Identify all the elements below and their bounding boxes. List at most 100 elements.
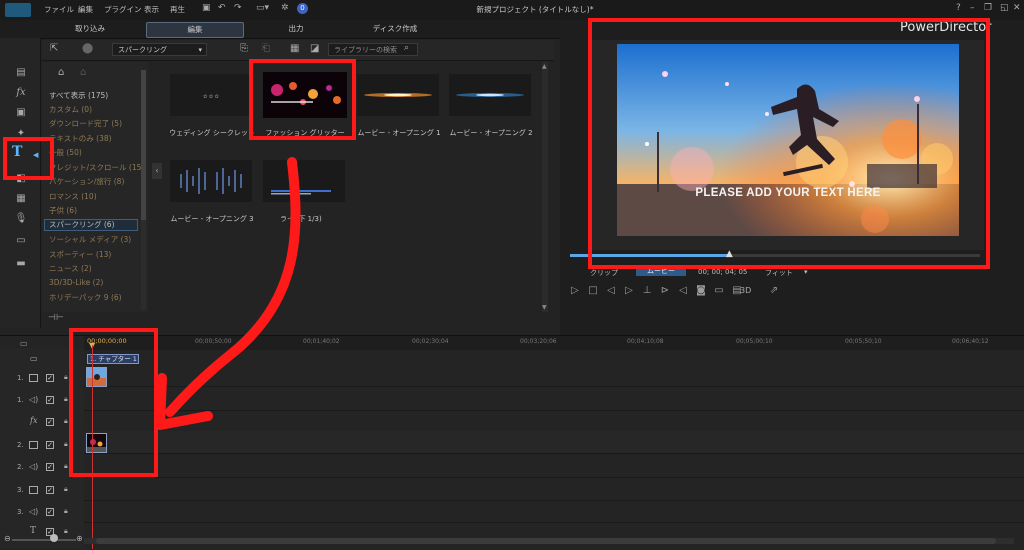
subtitle-room-icon[interactable]: ▬	[14, 258, 28, 270]
category-scrollbar-thumb[interactable]	[141, 70, 146, 220]
audio-mixing-room-icon[interactable]: ▦	[14, 193, 28, 205]
audio-track-icon: ◁)	[29, 507, 39, 516]
track-enable-checkbox[interactable]: ✓	[46, 396, 54, 404]
undock-preview-icon[interactable]: ⇗	[768, 285, 780, 297]
category-item[interactable]: 子供 (6)	[49, 205, 77, 216]
timeline-scroll-thumb[interactable]	[96, 538, 996, 544]
category-item[interactable]: ソーシャル メディア (3)	[49, 234, 131, 245]
expand-icon[interactable]: ◱	[1000, 3, 1009, 13]
redo-icon[interactable]: ↷	[234, 3, 242, 13]
fit-dropdown[interactable]: フィット	[765, 268, 793, 278]
category-item[interactable]: テキストのみ (38)	[49, 133, 112, 144]
menu-plugins[interactable]: プラグイン	[104, 4, 142, 15]
split-icon[interactable]: ⊥	[641, 285, 653, 297]
annotation-box-preview	[588, 18, 990, 269]
category-item[interactable]: クレジット/スクロール (15)	[49, 162, 144, 173]
new-title-icon[interactable]: ⎘	[240, 43, 248, 54]
undo-icon[interactable]: ↶	[218, 3, 226, 13]
tab-disc[interactable]: ディスク作成	[340, 22, 450, 36]
zoom-out-icon[interactable]: ⊖	[4, 534, 11, 543]
video-track-3[interactable]	[84, 478, 1024, 501]
previous-frame-icon[interactable]: ◁	[605, 285, 617, 297]
subtitle-icon[interactable]: ▭	[713, 285, 725, 297]
menu-edit[interactable]: 編集	[78, 4, 93, 15]
track-enable-checkbox[interactable]: ✓	[46, 508, 54, 516]
timecode-display[interactable]: 00; 00; 04; 05	[698, 268, 747, 276]
scroll-down-icon[interactable]: ▼	[542, 304, 547, 311]
lock-icon[interactable]: 🔒︎	[64, 507, 70, 515]
track-number: 2.	[17, 463, 24, 471]
template-grid-scrollbar[interactable]	[542, 62, 548, 312]
template-thumbnail[interactable]	[357, 74, 439, 116]
chapter-room-icon[interactable]: ▭	[14, 235, 28, 247]
menu-play[interactable]: 再生	[170, 4, 185, 15]
category-dropdown[interactable]: スパークリング ▾	[112, 43, 207, 56]
restore-icon[interactable]: ❐	[984, 3, 992, 13]
category-item[interactable]: 3D/3D-Like (2)	[49, 278, 103, 287]
thumbnail-size-icon[interactable]: ◪	[310, 43, 319, 54]
annotation-box-timeline	[69, 328, 158, 477]
timeline-fit-icon[interactable]: ⊣⊢	[48, 313, 64, 323]
tab-edit[interactable]: 編集	[146, 22, 244, 38]
zoom-in-icon[interactable]: ⊕	[76, 534, 83, 543]
track-number: 1.	[17, 396, 24, 404]
media-room-icon[interactable]: ▤	[14, 67, 28, 79]
minimize-icon[interactable]: –	[970, 3, 975, 13]
category-item[interactable]: バケーション/旅行 (8)	[49, 176, 124, 187]
category-item[interactable]: スポーティー (13)	[49, 249, 111, 260]
snapshot-icon[interactable]: ◙	[695, 285, 707, 297]
help-icon[interactable]: ?	[956, 3, 961, 13]
3d-mode-toggle[interactable]: 3D	[740, 286, 751, 295]
chevron-down-icon[interactable]: ▾	[804, 268, 808, 276]
lock-icon[interactable]: 🔒︎	[64, 485, 70, 493]
stop-icon[interactable]: □	[587, 285, 599, 297]
category-dropdown-value: スパークリング	[118, 46, 167, 54]
app-logo-icon	[5, 3, 31, 17]
lock-icon[interactable]: 🔒︎	[64, 527, 70, 535]
audio-track-3[interactable]	[84, 500, 1024, 523]
next-frame-icon[interactable]: ▷	[623, 285, 635, 297]
template-thumbnail[interactable]	[449, 74, 531, 116]
tag-icon[interactable]: ⌂	[58, 67, 64, 78]
category-item-selected[interactable]: スパークリング (6)	[44, 219, 138, 231]
template-thumbnail[interactable]: ✿ ✿ ✿	[170, 74, 252, 116]
scroll-up-icon[interactable]: ▲	[542, 63, 547, 70]
settings-icon[interactable]: ✲	[281, 3, 289, 13]
movie-opening-2-thumbnail-image	[449, 74, 531, 116]
tab-output[interactable]: 出力	[266, 22, 326, 36]
track-enable-checkbox[interactable]: ✓	[46, 463, 54, 471]
save-icon[interactable]: ▣	[202, 3, 211, 13]
track-enable-checkbox[interactable]: ✓	[46, 418, 54, 426]
grid-view-icon[interactable]: ▦	[290, 43, 299, 54]
notification-badge[interactable]: 0	[297, 3, 308, 14]
category-item[interactable]: カスタム (0)	[49, 104, 92, 115]
track-manager-icon[interactable]: ▭	[20, 339, 28, 348]
track-enable-checkbox[interactable]: ✓	[46, 486, 54, 494]
voice-over-room-icon[interactable]: 🎙	[14, 213, 28, 225]
clip-mode-label[interactable]: クリップ	[590, 268, 618, 278]
track-number: 3.	[17, 508, 24, 516]
volume-icon[interactable]: ◁	[677, 285, 689, 297]
audio-track-icon: ◁)	[29, 395, 39, 404]
category-item[interactable]: ダウンロード完了 (5)	[49, 118, 122, 129]
tab-capture[interactable]: 取り込み	[60, 22, 120, 36]
category-item[interactable]: すべて表示 (175)	[49, 90, 108, 101]
play-icon[interactable]: ▷	[569, 285, 581, 297]
category-item[interactable]: ロマンス (10)	[49, 191, 97, 202]
track-enable-checkbox[interactable]: ✓	[46, 441, 54, 449]
effect-room-icon[interactable]: fx	[14, 87, 28, 99]
category-item[interactable]: ニュース (2)	[49, 263, 92, 274]
zoom-slider[interactable]	[12, 539, 76, 541]
import-icon[interactable]: ⇱	[50, 43, 58, 54]
zoom-slider-thumb[interactable]	[50, 534, 58, 542]
category-item[interactable]: ホリデーパック 9 (6)	[49, 292, 122, 303]
fast-forward-icon[interactable]: ⊳	[659, 285, 671, 297]
search-icon[interactable]: ⌕	[404, 43, 409, 53]
audio-track-2[interactable]	[84, 455, 1024, 478]
close-icon[interactable]: ✕	[1013, 3, 1021, 13]
menu-view[interactable]: 表示	[144, 4, 159, 15]
menu-file[interactable]: ファイル	[44, 4, 74, 15]
display-mode-icon[interactable]: ▭▾	[256, 3, 269, 13]
track-enable-checkbox[interactable]: ✓	[46, 374, 54, 382]
pip-room-icon[interactable]: ▣	[14, 107, 28, 119]
